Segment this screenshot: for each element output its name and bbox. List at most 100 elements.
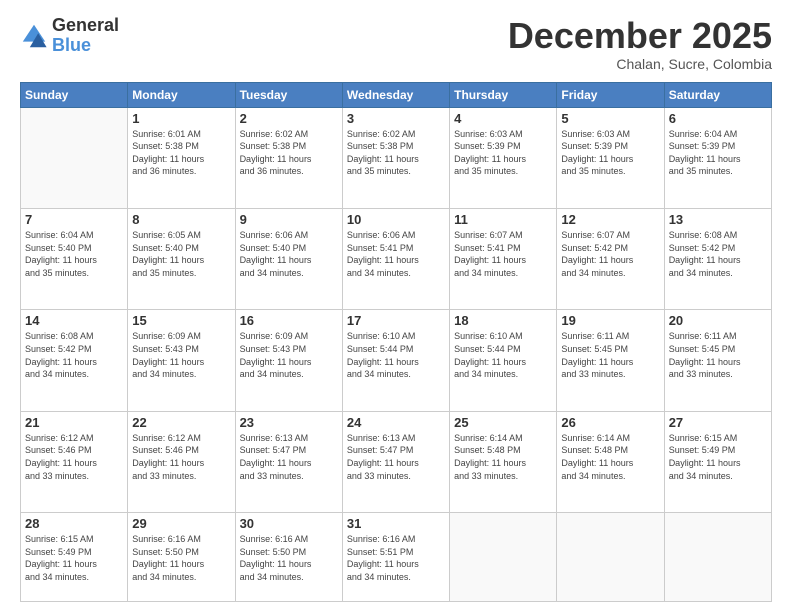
- day-number: 12: [561, 212, 659, 227]
- calendar-cell: 17Sunrise: 6:10 AMSunset: 5:44 PMDayligh…: [342, 310, 449, 411]
- day-info: Sunrise: 6:12 AMSunset: 5:46 PMDaylight:…: [132, 432, 230, 482]
- day-number: 17: [347, 313, 445, 328]
- day-info: Sunrise: 6:06 AMSunset: 5:41 PMDaylight:…: [347, 229, 445, 279]
- title-block: December 2025 Chalan, Sucre, Colombia: [508, 16, 772, 72]
- day-number: 20: [669, 313, 767, 328]
- logo-general-text: General: [52, 16, 119, 36]
- calendar-cell: 23 Sunrise: 6:13 AMSunset: 5:47 PMDayligh…: [235, 411, 342, 512]
- day-number: 13: [669, 212, 767, 227]
- calendar-cell: 2 Sunrise: 6:02 AMSunset: 5:38 PMDaylight…: [235, 107, 342, 208]
- day-info: Sunrise: 6:04 AMSunset: 5:40 PMDaylight:…: [25, 229, 123, 279]
- calendar-cell: 21 Sunrise: 6:12 AMSunset: 5:46 PMDayligh…: [21, 411, 128, 512]
- logo-text: General Blue: [52, 16, 119, 56]
- day-info: Sunrise: 6:08 AMSunset: 5:42 PMDaylight:…: [669, 229, 767, 279]
- calendar-cell: 11 Sunrise: 6:07 AMSunset: 5:41 PMDayligh…: [450, 209, 557, 310]
- day-info: Sunrise: 6:09 AMSunset: 5:43 PMDaylight:…: [240, 330, 338, 380]
- day-info: Sunrise: 6:10 AMSunset: 5:44 PMDaylight:…: [454, 330, 552, 380]
- weekday-header-saturday: Saturday: [664, 82, 771, 107]
- calendar-cell: 22 Sunrise: 6:12 AMSunset: 5:46 PMDayligh…: [128, 411, 235, 512]
- calendar-cell: 3Sunrise: 6:02 AMSunset: 5:38 PMDaylight…: [342, 107, 449, 208]
- day-number: 4: [454, 111, 552, 126]
- weekday-header-thursday: Thursday: [450, 82, 557, 107]
- calendar-cell: [664, 513, 771, 602]
- calendar-cell: 18 Sunrise: 6:10 AMSunset: 5:44 PMDayligh…: [450, 310, 557, 411]
- calendar-cell: 9 Sunrise: 6:06 AMSunset: 5:40 PMDaylight…: [235, 209, 342, 310]
- calendar-cell: 25 Sunrise: 6:14 AMSunset: 5:48 PMDayligh…: [450, 411, 557, 512]
- calendar-cell: 30 Sunrise: 6:16 AMSunset: 5:50 PMDayligh…: [235, 513, 342, 602]
- logo-icon: [20, 22, 48, 50]
- day-number: 25: [454, 415, 552, 430]
- calendar-cell: 12Sunrise: 6:07 AMSunset: 5:42 PMDayligh…: [557, 209, 664, 310]
- header: General Blue December 2025 Chalan, Sucre…: [20, 16, 772, 72]
- calendar-cell: [450, 513, 557, 602]
- day-info: Sunrise: 6:01 AMSunset: 5:38 PMDaylight:…: [132, 128, 230, 178]
- calendar-cell: 15Sunrise: 6:09 AMSunset: 5:43 PMDayligh…: [128, 310, 235, 411]
- calendar-cell: 4 Sunrise: 6:03 AMSunset: 5:39 PMDaylight…: [450, 107, 557, 208]
- calendar-cell: 24 Sunrise: 6:13 AMSunset: 5:47 PMDayligh…: [342, 411, 449, 512]
- weekday-header-monday: Monday: [128, 82, 235, 107]
- day-info: Sunrise: 6:04 AMSunset: 5:39 PMDaylight:…: [669, 128, 767, 178]
- day-number: 7: [25, 212, 123, 227]
- logo: General Blue: [20, 16, 119, 56]
- calendar-cell: [557, 513, 664, 602]
- day-number: 11: [454, 212, 552, 227]
- day-number: 8: [132, 212, 230, 227]
- location: Chalan, Sucre, Colombia: [508, 56, 772, 72]
- day-info: Sunrise: 6:14 AMSunset: 5:48 PMDaylight:…: [454, 432, 552, 482]
- day-number: 18: [454, 313, 552, 328]
- day-number: 29: [132, 516, 230, 531]
- day-number: 1: [132, 111, 230, 126]
- calendar-cell: 29Sunrise: 6:16 AMSunset: 5:50 PMDayligh…: [128, 513, 235, 602]
- calendar-cell: 7 Sunrise: 6:04 AMSunset: 5:40 PMDaylight…: [21, 209, 128, 310]
- weekday-header-tuesday: Tuesday: [235, 82, 342, 107]
- day-info: Sunrise: 6:15 AMSunset: 5:49 PMDaylight:…: [25, 533, 123, 583]
- calendar-cell: 10 Sunrise: 6:06 AMSunset: 5:41 PMDayligh…: [342, 209, 449, 310]
- calendar-cell: [21, 107, 128, 208]
- day-number: 31: [347, 516, 445, 531]
- calendar-cell: 13 Sunrise: 6:08 AMSunset: 5:42 PMDayligh…: [664, 209, 771, 310]
- calendar-cell: 16Sunrise: 6:09 AMSunset: 5:43 PMDayligh…: [235, 310, 342, 411]
- day-info: Sunrise: 6:16 AMSunset: 5:51 PMDaylight:…: [347, 533, 445, 583]
- calendar-cell: 5 Sunrise: 6:03 AMSunset: 5:39 PMDaylight…: [557, 107, 664, 208]
- calendar-cell: 27 Sunrise: 6:15 AMSunset: 5:49 PMDayligh…: [664, 411, 771, 512]
- day-info: Sunrise: 6:12 AMSunset: 5:46 PMDaylight:…: [25, 432, 123, 482]
- day-number: 27: [669, 415, 767, 430]
- day-info: Sunrise: 6:06 AMSunset: 5:40 PMDaylight:…: [240, 229, 338, 279]
- calendar-cell: 8Sunrise: 6:05 AMSunset: 5:40 PMDaylight…: [128, 209, 235, 310]
- day-info: Sunrise: 6:07 AMSunset: 5:41 PMDaylight:…: [454, 229, 552, 279]
- calendar-table: SundayMondayTuesdayWednesdayThursdayFrid…: [20, 82, 772, 602]
- day-number: 5: [561, 111, 659, 126]
- day-info: Sunrise: 6:03 AMSunset: 5:39 PMDaylight:…: [454, 128, 552, 178]
- day-info: Sunrise: 6:02 AMSunset: 5:38 PMDaylight:…: [240, 128, 338, 178]
- day-info: Sunrise: 6:13 AMSunset: 5:47 PMDaylight:…: [347, 432, 445, 482]
- calendar-cell: 26 Sunrise: 6:14 AMSunset: 5:48 PMDayligh…: [557, 411, 664, 512]
- weekday-header-sunday: Sunday: [21, 82, 128, 107]
- day-info: Sunrise: 6:13 AMSunset: 5:47 PMDaylight:…: [240, 432, 338, 482]
- day-info: Sunrise: 6:08 AMSunset: 5:42 PMDaylight:…: [25, 330, 123, 380]
- day-number: 2: [240, 111, 338, 126]
- day-info: Sunrise: 6:16 AMSunset: 5:50 PMDaylight:…: [240, 533, 338, 583]
- month-title: December 2025: [508, 16, 772, 56]
- day-number: 22: [132, 415, 230, 430]
- day-info: Sunrise: 6:11 AMSunset: 5:45 PMDaylight:…: [669, 330, 767, 380]
- day-info: Sunrise: 6:03 AMSunset: 5:39 PMDaylight:…: [561, 128, 659, 178]
- day-number: 9: [240, 212, 338, 227]
- day-number: 21: [25, 415, 123, 430]
- calendar-cell: 14 Sunrise: 6:08 AMSunset: 5:42 PMDayligh…: [21, 310, 128, 411]
- day-number: 26: [561, 415, 659, 430]
- day-number: 24: [347, 415, 445, 430]
- day-info: Sunrise: 6:11 AMSunset: 5:45 PMDaylight:…: [561, 330, 659, 380]
- calendar-cell: 6Sunrise: 6:04 AMSunset: 5:39 PMDaylight…: [664, 107, 771, 208]
- day-number: 3: [347, 111, 445, 126]
- weekday-header-wednesday: Wednesday: [342, 82, 449, 107]
- calendar-cell: 31 Sunrise: 6:16 AMSunset: 5:51 PMDayligh…: [342, 513, 449, 602]
- day-info: Sunrise: 6:15 AMSunset: 5:49 PMDaylight:…: [669, 432, 767, 482]
- day-number: 14: [25, 313, 123, 328]
- logo-blue-text: Blue: [52, 36, 119, 56]
- day-number: 23: [240, 415, 338, 430]
- day-info: Sunrise: 6:14 AMSunset: 5:48 PMDaylight:…: [561, 432, 659, 482]
- calendar-cell: 20 Sunrise: 6:11 AMSunset: 5:45 PMDayligh…: [664, 310, 771, 411]
- day-info: Sunrise: 6:09 AMSunset: 5:43 PMDaylight:…: [132, 330, 230, 380]
- day-number: 30: [240, 516, 338, 531]
- day-number: 10: [347, 212, 445, 227]
